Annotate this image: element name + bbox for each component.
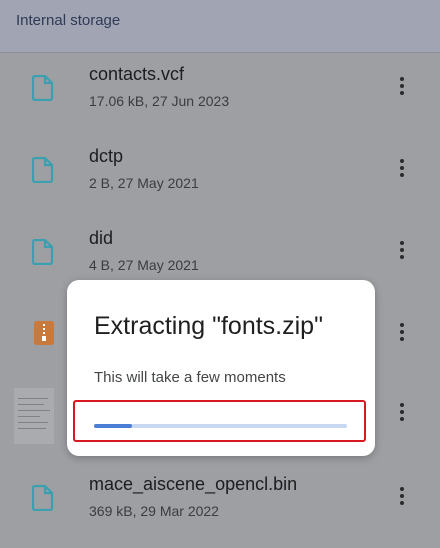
more-options-button[interactable] <box>388 236 416 264</box>
document-icon <box>32 485 54 511</box>
more-options-button[interactable] <box>388 318 416 346</box>
dot <box>400 77 404 81</box>
dot <box>400 487 404 491</box>
dialog-message: This will take a few moments <box>94 369 286 386</box>
dot <box>400 337 404 341</box>
file-name: mace_aiscene_opencl.bin <box>89 474 298 494</box>
more-options-button[interactable] <box>388 154 416 182</box>
dot <box>400 91 404 95</box>
progress-fill <box>94 424 132 428</box>
dialog-title: Extracting "fonts.zip" <box>94 312 323 340</box>
dot <box>400 403 404 407</box>
file-meta: 17.06 kB, 27 Jun 2023 <box>89 93 230 109</box>
document-icon <box>32 157 54 183</box>
dot <box>400 323 404 327</box>
more-options-button[interactable] <box>388 72 416 100</box>
dot <box>400 159 404 163</box>
dot <box>400 248 404 252</box>
dot <box>400 330 404 334</box>
dot <box>400 501 404 505</box>
file-row-mace-aiscene[interactable]: mace_aiscene_opencl.bin 369 kB, 29 Mar 2… <box>0 466 440 548</box>
more-options-button[interactable] <box>388 482 416 510</box>
file-name: contacts.vcf <box>89 64 185 84</box>
file-meta: 369 kB, 29 Mar 2022 <box>89 503 219 519</box>
zip-archive-icon <box>34 321 54 345</box>
extraction-progress-bar <box>94 424 347 428</box>
file-row-contacts-vcf[interactable]: contacts.vcf 17.06 kB, 27 Jun 2023 <box>0 56 440 138</box>
document-icon <box>32 75 54 101</box>
dot <box>400 410 404 414</box>
document-icon <box>32 239 54 265</box>
progress-highlight-box <box>73 400 366 442</box>
app-header: Internal storage <box>0 0 440 53</box>
page-title: Internal storage <box>16 12 121 29</box>
file-meta: 4 B, 27 May 2021 <box>89 257 199 273</box>
dot <box>400 241 404 245</box>
more-options-button[interactable] <box>388 398 416 426</box>
image-thumbnail <box>14 388 54 444</box>
dot <box>400 173 404 177</box>
dot <box>400 166 404 170</box>
file-name: did <box>89 228 114 248</box>
dot <box>400 255 404 259</box>
file-name: dctp <box>89 146 124 166</box>
file-row-dctp[interactable]: dctp 2 B, 27 May 2021 <box>0 138 440 220</box>
dot <box>400 84 404 88</box>
dot <box>400 417 404 421</box>
dot <box>400 494 404 498</box>
file-meta: 2 B, 27 May 2021 <box>89 175 199 191</box>
